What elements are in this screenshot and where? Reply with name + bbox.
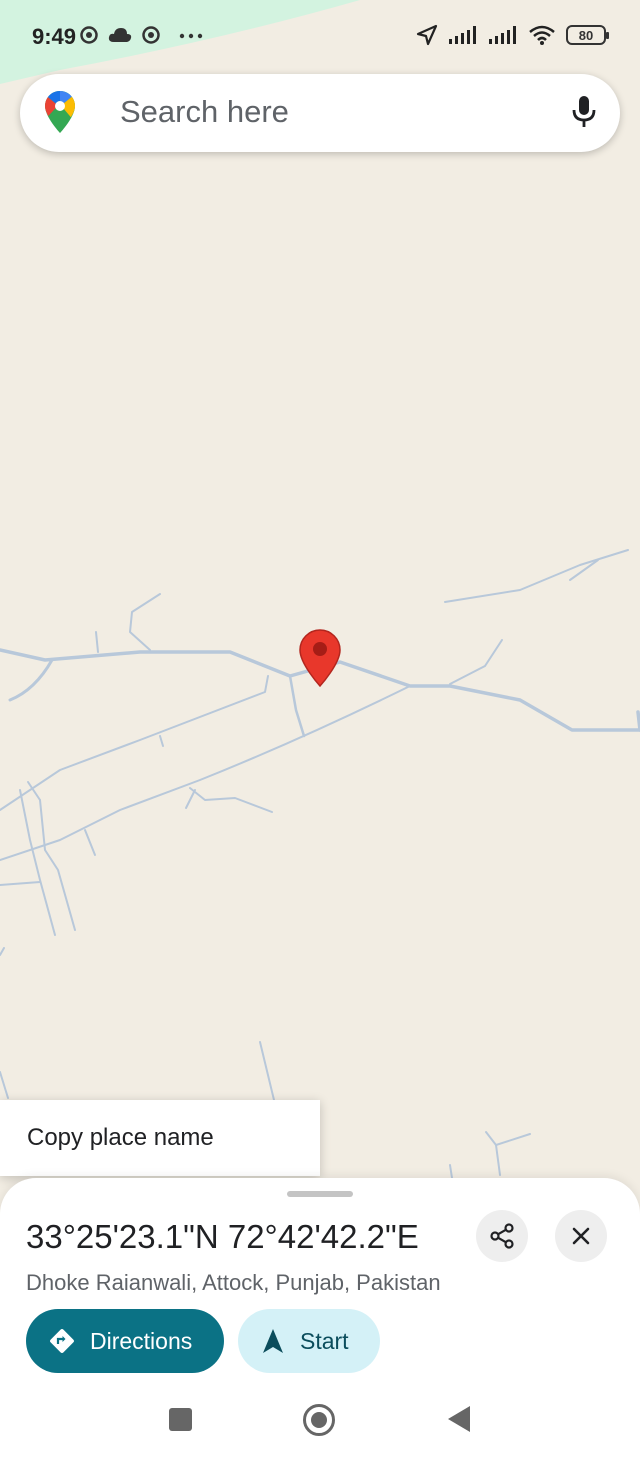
home-icon[interactable] <box>302 1403 336 1437</box>
share-button[interactable] <box>476 1210 528 1262</box>
directions-button[interactable]: Directions <box>26 1309 224 1373</box>
drag-handle[interactable] <box>287 1191 353 1197</box>
navigation-arrow-icon <box>262 1328 284 1354</box>
status-bar: 9:49 80 <box>0 0 640 76</box>
chrome-icon <box>80 26 98 44</box>
chrome-icon <box>142 26 160 44</box>
directions-icon <box>48 1327 76 1355</box>
battery-indicator: 80 <box>566 25 609 45</box>
more-dots-icon <box>179 33 203 39</box>
place-coordinates: 33°25'23.1"N 72°42'42.2"E <box>26 1218 419 1255</box>
cloud-icon <box>108 28 132 42</box>
location-arrow-icon <box>416 24 438 46</box>
place-address: Dhoke Raianwali, Attock, Punjab, Pakista… <box>26 1270 441 1295</box>
start-label: Start <box>300 1327 349 1354</box>
start-button[interactable]: Start <box>238 1309 380 1373</box>
back-icon[interactable] <box>446 1404 472 1434</box>
recent-apps-icon[interactable] <box>169 1408 192 1431</box>
close-button[interactable] <box>555 1210 607 1262</box>
directions-label: Directions <box>90 1327 193 1354</box>
status-left-icons <box>80 26 204 44</box>
status-time: 9:49 <box>32 24 77 49</box>
search-bar[interactable]: Search here <box>20 74 620 152</box>
search-input[interactable]: Search here <box>120 94 289 130</box>
signal-icon <box>489 26 516 44</box>
wifi-icon <box>529 25 555 45</box>
microphone-icon[interactable] <box>572 95 596 129</box>
google-maps-logo <box>45 91 75 133</box>
copy-place-name-menu-item[interactable]: Copy place name <box>0 1100 320 1176</box>
dropped-pin-icon[interactable] <box>298 628 342 690</box>
signal-icon <box>449 26 476 44</box>
share-icon <box>490 1223 514 1249</box>
close-icon <box>572 1227 590 1245</box>
status-right-icons: 80 <box>416 24 609 46</box>
